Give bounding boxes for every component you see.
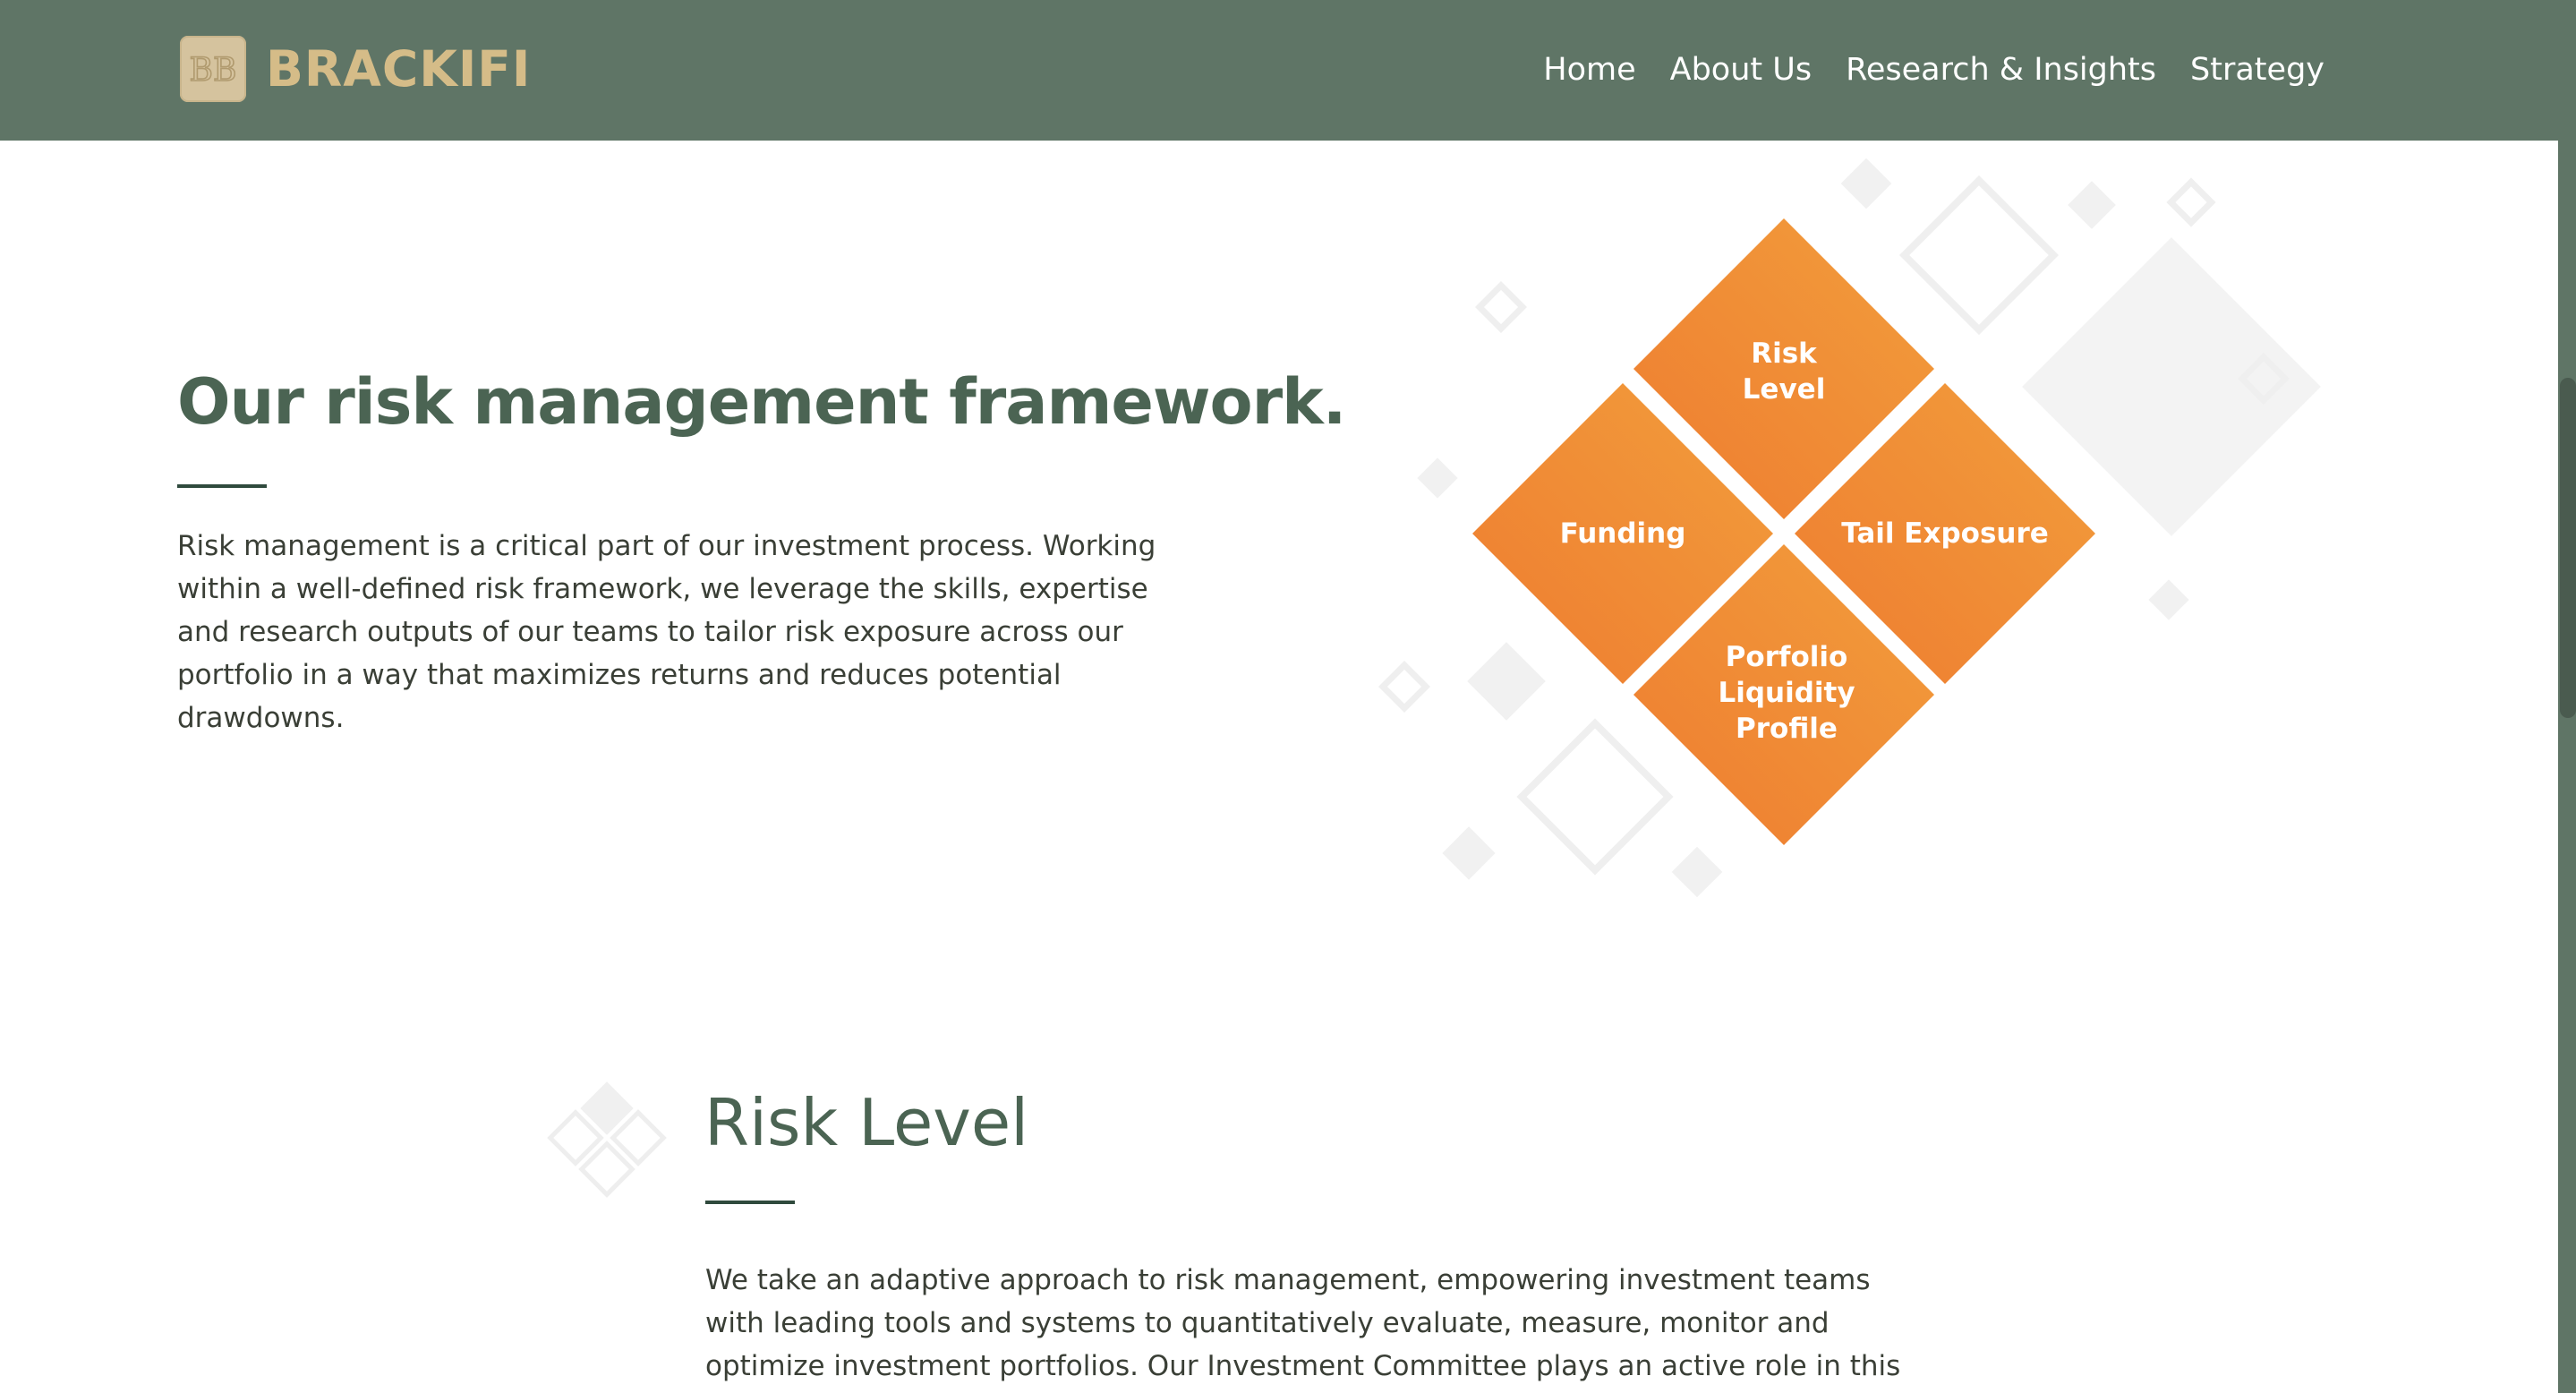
deco-diamond-solid xyxy=(1467,642,1546,721)
brand-logo-link[interactable]: BB BRACKIFI xyxy=(180,36,531,102)
deco-diamond-outline xyxy=(1516,718,1674,876)
nav-home-link[interactable]: Home xyxy=(1543,45,1635,95)
brand-name: BRACKIFI xyxy=(266,40,532,98)
scrollbar-thumb[interactable] xyxy=(2560,378,2576,718)
heading-underline xyxy=(705,1201,795,1204)
tile-risk-level-label[interactable]: Risk Level xyxy=(1743,336,1826,407)
deco-diamond-outline xyxy=(1378,661,1430,713)
risk-level-heading: Risk Level xyxy=(704,1085,1029,1160)
heading-underline xyxy=(177,484,267,488)
tile-funding-label[interactable]: Funding xyxy=(1560,516,1686,551)
logo-monogram: BB xyxy=(190,52,237,89)
deco-diamond-solid xyxy=(1840,158,1892,209)
deco-diamond-solid xyxy=(2068,181,2116,229)
tile-tail-exposure-label[interactable]: Tail Exposure xyxy=(1841,516,2049,551)
risk-level-description: We take an adaptive approach to risk man… xyxy=(705,1264,1901,1382)
brand-logo-icon: BB xyxy=(180,36,246,102)
tile-portfolio-liquidity-label[interactable]: Porfolio Liquidity Profile xyxy=(1718,639,1855,747)
deco-diamond-solid xyxy=(1417,457,1458,499)
tile-label-line: Tail Exposure xyxy=(1841,517,2049,550)
nav-strategy-link[interactable]: Strategy xyxy=(2190,45,2324,95)
nav-about-link[interactable]: About Us xyxy=(1670,45,1812,95)
framework-description: Risk management is a critical part of ou… xyxy=(177,530,1156,734)
diamond-cluster-icon xyxy=(544,1081,670,1210)
deco-diamond-solid xyxy=(1671,846,1723,898)
deco-diamond-solid xyxy=(1442,826,1496,880)
main-nav: Home About Us Research & Insights Strate… xyxy=(1509,45,2324,95)
tile-label-line: Funding xyxy=(1559,517,1686,550)
framework-heading: Our risk management framework. xyxy=(177,365,1346,439)
tile-label-line: Porfolio xyxy=(1725,641,1848,673)
risk-framework-diagram: Risk Level Funding Tail Exposure Porfoli… xyxy=(1343,152,2417,922)
deco-diamond-outline xyxy=(1475,281,1527,333)
nav-research-insights-link[interactable]: Research & Insights xyxy=(1846,45,2156,95)
tile-label-line: Risk xyxy=(1751,338,1817,370)
tile-label-line: Profile xyxy=(1736,713,1838,745)
deco-diamond-solid xyxy=(2148,579,2189,620)
tile-label-line: Level xyxy=(1742,373,1826,406)
deco-diamond-outline xyxy=(1898,175,2060,336)
tile-label-line: Liquidity xyxy=(1718,677,1855,709)
deco-diamond-outline xyxy=(2166,177,2216,227)
page: BB BRACKIFI Home About Us Research & Ins… xyxy=(0,0,2576,1393)
top-navbar: BB BRACKIFI Home About Us Research & Ins… xyxy=(0,0,2558,141)
